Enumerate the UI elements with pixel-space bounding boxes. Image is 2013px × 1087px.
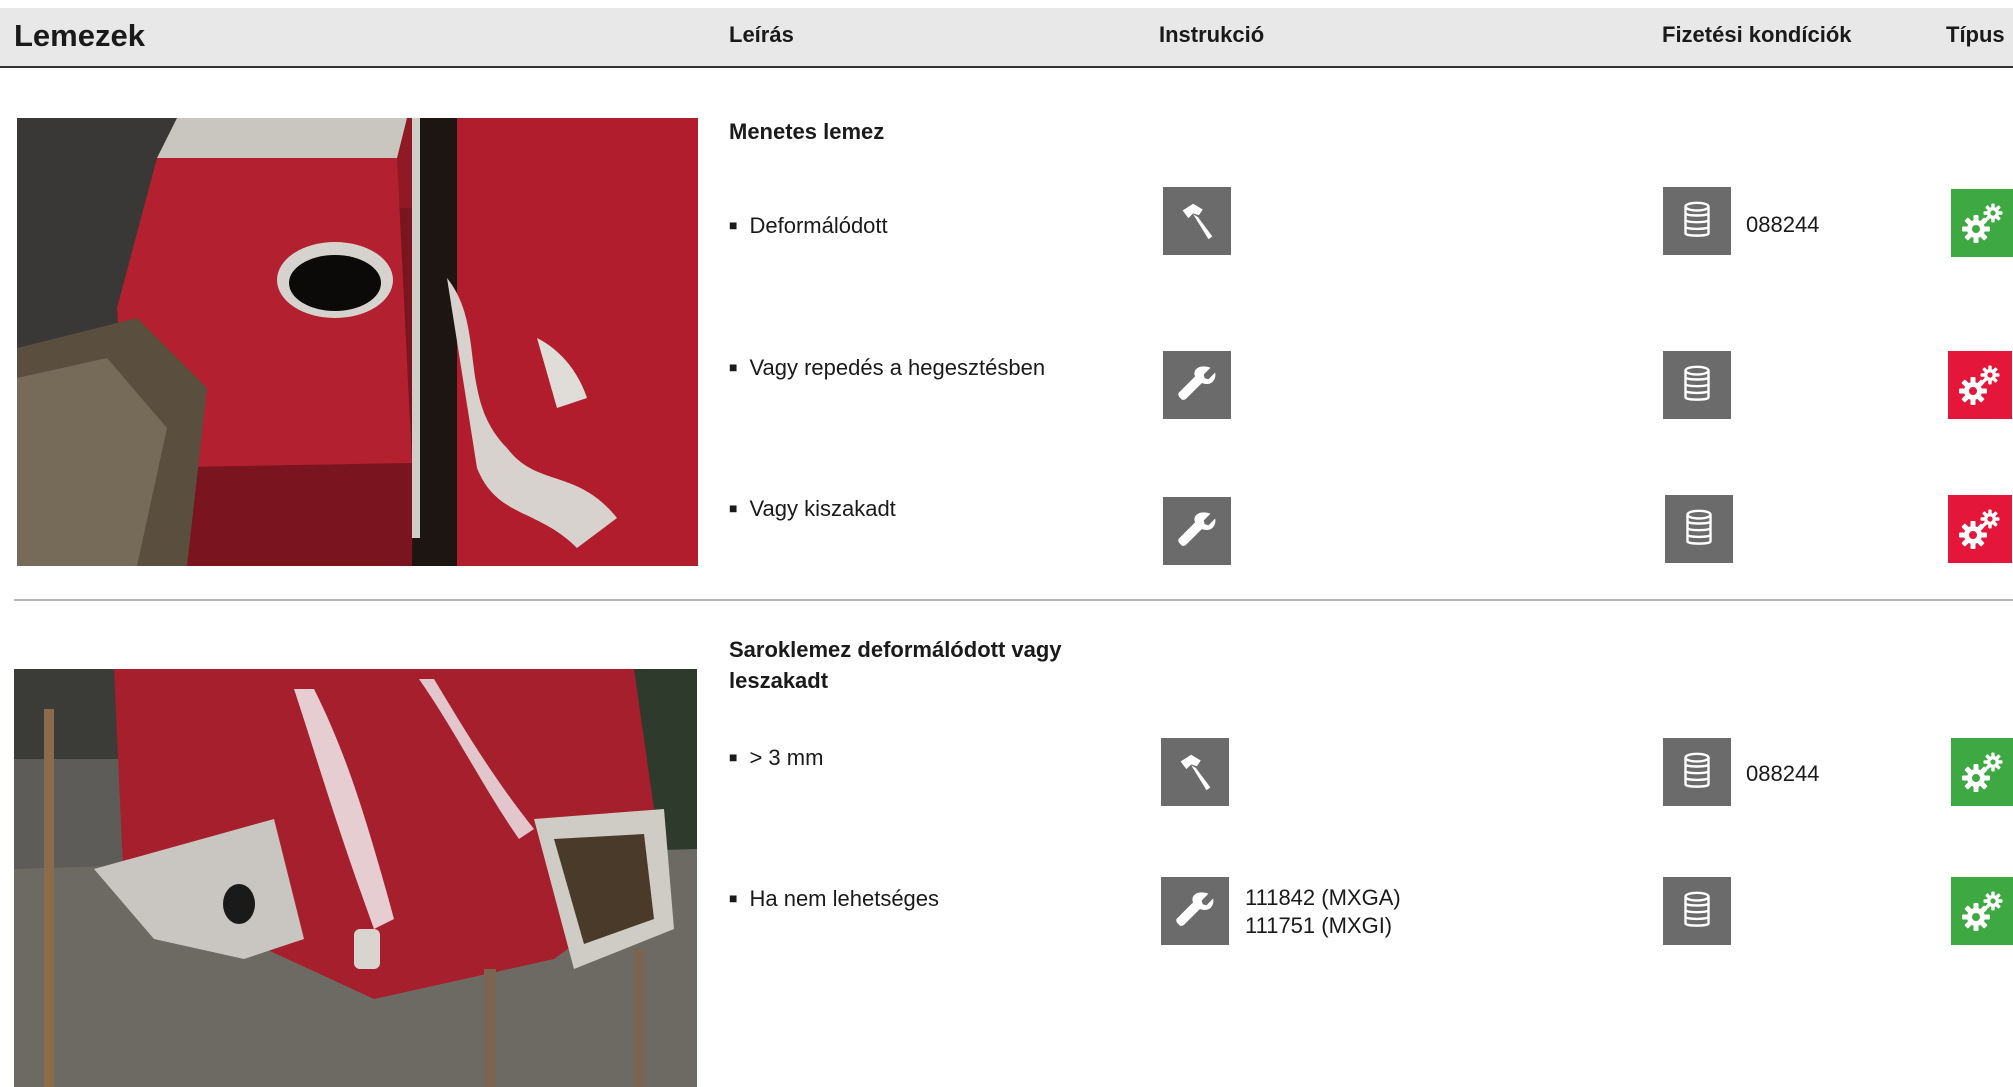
coin-stack-icon — [1665, 495, 1733, 563]
item-label: Vagy kiszakadt — [749, 496, 896, 521]
bullet-marker: ■ — [729, 500, 738, 516]
list-item-weld-crack: ■ Vagy repedés a hegesztésben — [729, 355, 1045, 381]
section-title-threaded-plate: Menetes lemez — [729, 119, 885, 144]
coin-stack-icon — [1663, 877, 1731, 945]
list-item-over-3mm: ■ > 3 mm — [729, 745, 823, 771]
bullet-marker: ■ — [729, 749, 738, 765]
column-header-payment: Fizetési kondíciók — [1662, 22, 1852, 47]
hammer-icon — [1163, 187, 1231, 255]
instruction-code: 111842 (MXGA) — [1245, 885, 1401, 910]
threaded-plate-photo — [17, 118, 698, 566]
item-label: Deformálódott — [749, 213, 888, 238]
section-divider — [14, 599, 2013, 601]
column-header-type: Típus — [1946, 22, 2005, 47]
payment-code: 088244 — [1746, 761, 1820, 786]
item-label: Ha nem lehetséges — [749, 886, 940, 911]
bullet-marker: ■ — [729, 217, 738, 233]
page-title: Lemezek — [14, 18, 145, 53]
list-item-deformed: ■ Deformálódott — [729, 213, 888, 239]
payment-code: 088244 — [1746, 212, 1820, 237]
item-label: > 3 mm — [749, 745, 824, 770]
bullet-marker: ■ — [729, 359, 738, 375]
gears-icon — [1948, 495, 2012, 563]
section-title-corner-plate: Saroklemez deformálódott vagy leszakadt — [729, 634, 1062, 696]
wrench-icon — [1161, 877, 1229, 945]
item-label: Vagy repedés a hegesztésben — [749, 355, 1046, 380]
hammer-icon — [1161, 738, 1229, 806]
gears-icon — [1948, 351, 2012, 419]
table-header: Lemezek Leírás Instrukció Fizetési kondí… — [0, 8, 2013, 68]
gears-icon — [1951, 189, 2013, 257]
coin-stack-icon — [1663, 187, 1731, 255]
list-item-torn-out: ■ Vagy kiszakadt — [729, 496, 896, 522]
corner-plate-photo — [14, 669, 697, 1087]
section-title-line: Saroklemez deformálódott vagy — [729, 637, 1062, 662]
column-header-instruction: Instrukció — [1159, 22, 1265, 47]
coin-stack-icon — [1663, 351, 1731, 419]
list-item-if-not-possible: ■ Ha nem lehetséges — [729, 886, 939, 912]
wrench-icon — [1163, 497, 1231, 565]
wrench-icon — [1163, 351, 1231, 419]
column-header-description: Leírás — [729, 22, 794, 47]
gears-icon — [1951, 738, 2013, 806]
bullet-marker: ■ — [729, 890, 738, 906]
instruction-code: 111751 (MXGI) — [1245, 913, 1393, 938]
instruction-codes: 111842 (MXGA) 111751 (MXGI) — [1245, 884, 1401, 940]
section-title-line: leszakadt — [729, 668, 829, 693]
gears-icon — [1951, 877, 2013, 945]
coin-stack-icon — [1663, 738, 1731, 806]
